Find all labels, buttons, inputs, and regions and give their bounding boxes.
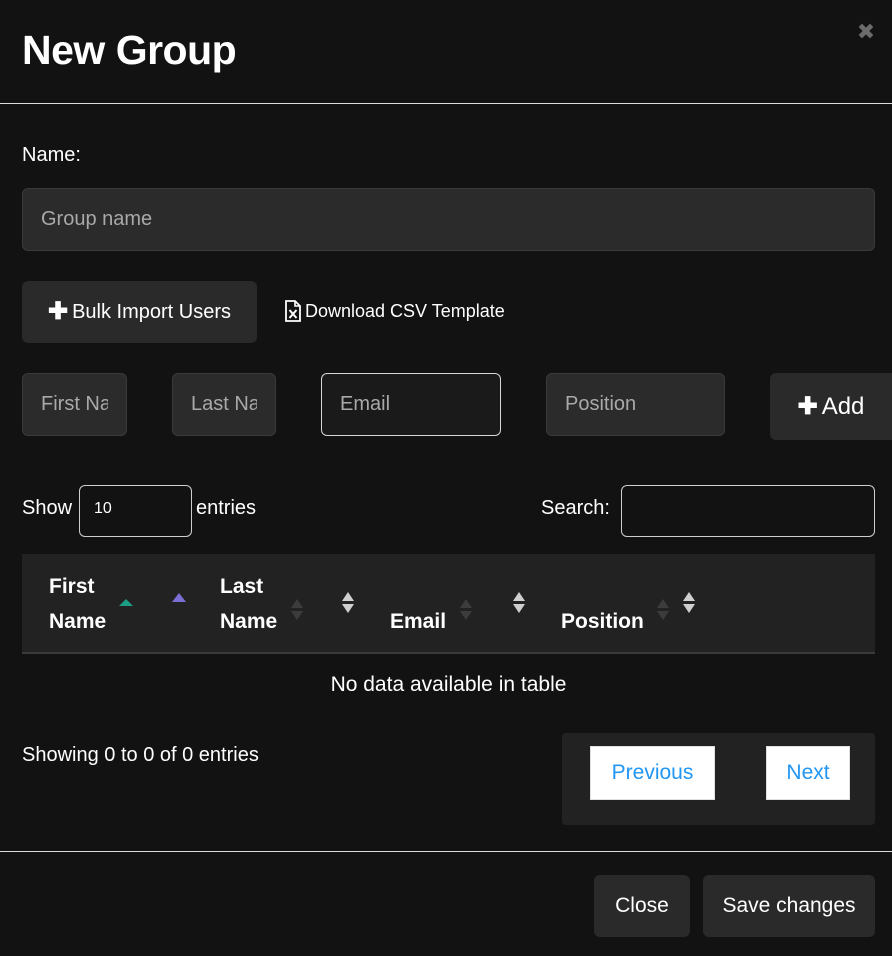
column-header-line2: Name bbox=[220, 610, 278, 633]
name-label: Name: bbox=[22, 144, 81, 166]
email-input[interactable] bbox=[321, 373, 501, 436]
pagination-info: Showing 0 to 0 of 0 entries bbox=[22, 744, 259, 766]
close-button[interactable]: Close bbox=[594, 875, 690, 937]
download-csv-template-link[interactable]: Download CSV Template bbox=[284, 298, 505, 324]
column-header-line2: Email bbox=[390, 610, 447, 633]
sort-icon bbox=[342, 592, 356, 616]
first-name-input[interactable] bbox=[22, 373, 127, 436]
modal-header: New Group ✖ bbox=[0, 0, 892, 104]
group-name-input[interactable] bbox=[22, 188, 875, 251]
new-group-modal: New Group ✖ Name: ✚ Bulk Import Users Do… bbox=[0, 0, 892, 956]
sort-icon bbox=[657, 599, 671, 623]
previous-page-button[interactable]: Previous bbox=[590, 746, 715, 800]
column-header-last-name[interactable]: Last Name bbox=[220, 569, 277, 639]
table-header: First Name Last Name Email Position bbox=[22, 554, 875, 654]
sort-icon bbox=[683, 592, 697, 616]
sort-asc-icon bbox=[119, 599, 133, 606]
file-excel-icon bbox=[284, 300, 302, 322]
sort-icon bbox=[291, 599, 305, 623]
next-page-button[interactable]: Next bbox=[766, 746, 850, 800]
add-label: Add bbox=[821, 392, 865, 420]
sort-asc-icon bbox=[172, 593, 186, 602]
close-icon[interactable]: ✖ bbox=[856, 21, 876, 43]
column-header-line1 bbox=[561, 569, 644, 604]
column-header-line1: Last bbox=[220, 575, 264, 598]
modal-title: New Group bbox=[22, 27, 237, 73]
plus-icon: ✚ bbox=[47, 298, 69, 325]
empty-table-message: No data available in table bbox=[330, 673, 567, 696]
column-header-first-name[interactable]: First Name bbox=[49, 569, 106, 639]
column-header-line1: First bbox=[49, 575, 95, 598]
csv-template-label: Download CSV Template bbox=[305, 300, 505, 321]
save-changes-button[interactable]: Save changes bbox=[703, 875, 875, 937]
column-header-line2: Position bbox=[561, 610, 644, 633]
bulk-import-label: Bulk Import Users bbox=[72, 300, 232, 323]
pagination: Previous Next bbox=[562, 733, 875, 825]
bulk-import-users-button[interactable]: ✚ Bulk Import Users bbox=[22, 281, 257, 343]
column-header-line2: Name bbox=[49, 610, 107, 633]
show-label: Show bbox=[22, 497, 73, 519]
plus-icon: ✚ bbox=[797, 392, 818, 420]
column-header-line1 bbox=[390, 569, 446, 604]
position-input[interactable] bbox=[546, 373, 725, 436]
search-label: Search: bbox=[541, 497, 610, 519]
entries-label: entries bbox=[196, 497, 257, 519]
search-input[interactable] bbox=[621, 485, 875, 537]
sort-icon bbox=[513, 592, 527, 616]
last-name-input[interactable] bbox=[172, 373, 276, 436]
column-header-position[interactable]: Position bbox=[561, 569, 644, 639]
entries-per-page-select[interactable]: 10 bbox=[79, 485, 192, 537]
add-user-button[interactable]: ✚ Add bbox=[770, 373, 892, 440]
column-header-email[interactable]: Email bbox=[390, 569, 446, 639]
sort-icon bbox=[460, 599, 474, 623]
modal-footer: Close Save changes bbox=[0, 851, 892, 956]
